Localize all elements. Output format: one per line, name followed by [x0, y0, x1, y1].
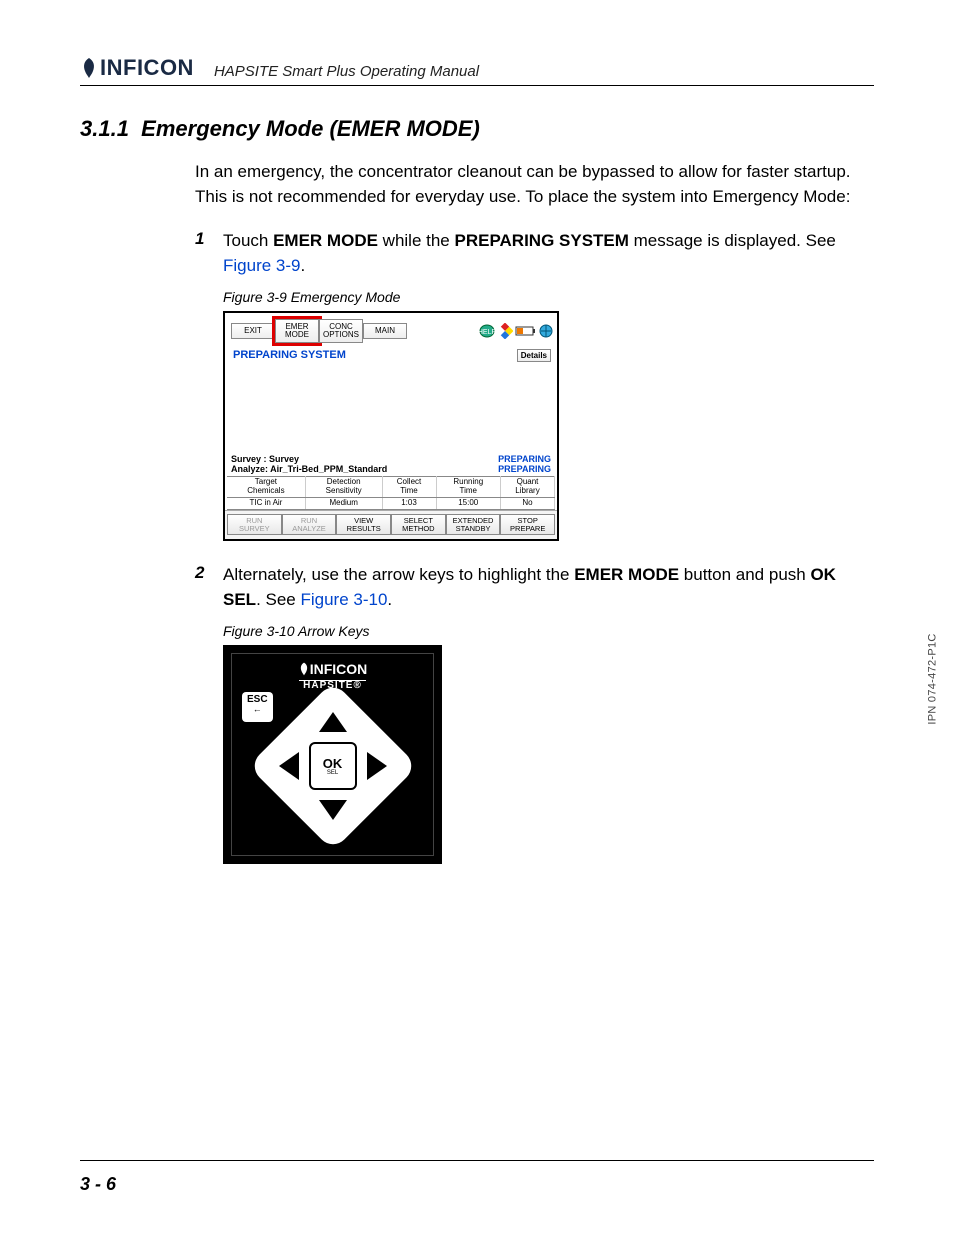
step-number: 1: [195, 229, 223, 278]
step-text: Alternately, use the arrow keys to highl…: [223, 563, 855, 612]
figure-link-3-10[interactable]: Figure 3-10: [300, 590, 387, 609]
figure-3-10-caption: Figure 3-10 Arrow Keys: [223, 623, 855, 639]
help-icon: HELP: [479, 324, 495, 338]
run-analyze-button[interactable]: RUN ANALYZE: [282, 514, 337, 536]
status-icon-row: HELP: [479, 323, 553, 339]
esc-key[interactable]: ESC: [242, 692, 273, 722]
ok-sel-key[interactable]: OK SEL: [309, 742, 357, 790]
extended-standby-button[interactable]: EXTENDED STANDBY: [446, 514, 501, 536]
conc-options-button[interactable]: CONC OPTIONS: [319, 319, 363, 344]
svg-text:HELP: HELP: [479, 329, 495, 336]
f39-parameters-table: Target Chemicals Detection Sensitivity C…: [227, 476, 555, 509]
survey-line-1: Survey : Survey PREPARING: [225, 454, 557, 464]
step-1: 1 Touch EMER MODE while the PREPARING SY…: [195, 229, 855, 278]
table-row: TIC in Air Medium 1:03 15:00 No: [227, 497, 555, 509]
section-heading: 3.1.1 Emergency Mode (EMER MODE): [80, 116, 874, 142]
details-button[interactable]: Details: [517, 349, 551, 362]
arrow-right-key[interactable]: [367, 752, 387, 780]
preparing-system-status: PREPARING SYSTEM Details: [225, 347, 557, 362]
arrow-left-key[interactable]: [279, 752, 299, 780]
globe-icon: [539, 324, 553, 338]
ipn-label: IPN 074-472-P1C: [926, 634, 938, 725]
brand-logo: INFICON: [80, 55, 194, 81]
exit-button[interactable]: EXIT: [231, 323, 275, 339]
arrow-up-key[interactable]: [319, 712, 347, 732]
figure-3-9: EXIT EMER MODE CONC OPTIONS MAIN HELP PR…: [223, 311, 559, 542]
emer-mode-button[interactable]: EMER MODE: [275, 319, 319, 344]
select-method-button[interactable]: SELECT METHOD: [391, 514, 446, 536]
doc-title: HAPSITE Smart Plus Operating Manual: [214, 63, 479, 81]
inficon-mark-icon: [298, 662, 310, 676]
stop-prepare-button[interactable]: STOP PREPARE: [500, 514, 555, 536]
figure-3-9-caption: Figure 3-9 Emergency Mode: [223, 289, 855, 305]
intro-paragraph: In an emergency, the concentrator cleano…: [195, 160, 855, 209]
main-button[interactable]: MAIN: [363, 323, 407, 339]
footer-rule: [80, 1160, 874, 1161]
view-results-button[interactable]: VIEW RESULTS: [336, 514, 391, 536]
hazard-diamond-icon: [497, 323, 513, 339]
page-header: INFICON HAPSITE Smart Plus Operating Man…: [80, 55, 874, 86]
step-number: 2: [195, 563, 223, 612]
figure-link-3-9[interactable]: Figure 3-9: [223, 256, 300, 275]
f39-blank-area: [225, 362, 557, 454]
survey-line-2: Analyze: Air_Tri-Bed_PPM_Standard PREPAR…: [225, 464, 557, 474]
f39-bottom-toolbar: RUN SURVEY RUN ANALYZE VIEW RESULTS SELE…: [225, 510, 557, 540]
brand-text: INFICON: [100, 55, 194, 81]
step-2: 2 Alternately, use the arrow keys to hig…: [195, 563, 855, 612]
figure-3-10: INFICON HAPSITE® ESC OK SEL: [223, 645, 442, 864]
battery-icon: [515, 325, 537, 337]
run-survey-button[interactable]: RUN SURVEY: [227, 514, 282, 536]
arrow-down-key[interactable]: [319, 800, 347, 820]
f39-top-toolbar: EXIT EMER MODE CONC OPTIONS MAIN HELP: [225, 313, 557, 348]
arrow-keypad: OK SEL: [273, 706, 393, 826]
table-header-row: Target Chemicals Detection Sensitivity C…: [227, 477, 555, 498]
inficon-mark-icon: [80, 57, 98, 79]
keypad-logo: INFICON HAPSITE®: [232, 654, 433, 692]
page-number: 3 - 6: [80, 1174, 116, 1195]
step-text: Touch EMER MODE while the PREPARING SYST…: [223, 229, 855, 278]
